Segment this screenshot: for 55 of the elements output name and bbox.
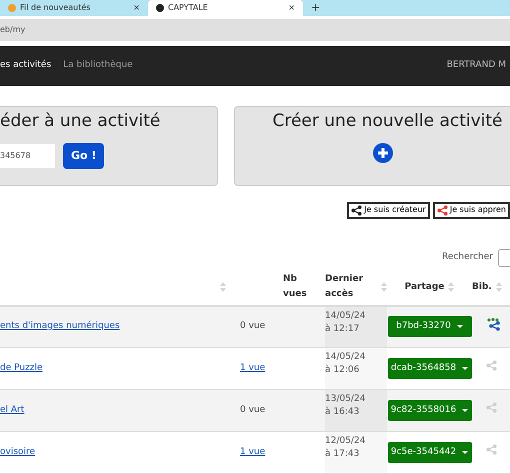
address-bar[interactable]: eb/my: [0, 19, 510, 42]
sort-icon[interactable]: [448, 282, 454, 292]
share-icon: [486, 402, 497, 414]
browser-tab[interactable]: Fil de nouveautés ×: [0, 0, 148, 16]
close-tab-button[interactable]: ×: [288, 2, 295, 14]
column-header[interactable]: Nb vues: [283, 272, 323, 302]
search-field[interactable]: [498, 248, 510, 266]
add-icon[interactable]: [372, 142, 392, 163]
views-link[interactable]: 1 vue: [240, 446, 266, 457]
caret-icon: [462, 409, 468, 412]
activity-link[interactable]: ents d'images numériques: [0, 321, 120, 331]
share-icon: [436, 204, 448, 216]
caret-icon: [462, 367, 468, 370]
close-tab-button[interactable]: ×: [133, 2, 140, 14]
nav-link[interactable]: es activités: [0, 59, 52, 73]
new-tab-button[interactable]: +: [303, 0, 328, 16]
share-code-dropdown[interactable]: dcab-3564858: [388, 358, 472, 379]
sort-icon[interactable]: [220, 282, 226, 292]
tab-title: Fil de nouveautés: [20, 2, 92, 14]
date-cell: 14/05/24 à 12:17: [325, 306, 387, 348]
sort-icon[interactable]: [496, 282, 502, 292]
column-header[interactable]: Dernier accès: [325, 272, 377, 302]
share-icon: [486, 360, 497, 372]
browser-tab[interactable]: CAPYTALE ×: [148, 0, 303, 16]
column-header[interactable]: Bib.: [472, 280, 492, 294]
date-cell: 14/05/24 à 12:06: [325, 348, 387, 390]
site-icon: [156, 4, 164, 12]
date-cell: 12/05/24 à 17:43: [325, 432, 387, 474]
column-header[interactable]: Partage: [404, 280, 444, 294]
filter-button[interactable]: Je suis créateur: [347, 202, 430, 218]
group-share-icon[interactable]: [486, 318, 500, 330]
filter-button[interactable]: Je suis appren: [432, 202, 510, 218]
nav-link[interactable]: La bibliothèque: [63, 59, 133, 73]
views-count: 0 vue: [240, 404, 266, 415]
share-icon: [351, 204, 362, 216]
user-name[interactable]: BERTRAND M: [446, 59, 506, 73]
activity-link[interactable]: ovisoire: [0, 446, 36, 457]
share-code-dropdown[interactable]: b7bd-33270: [388, 316, 472, 338]
share-code-dropdown[interactable]: 9c82-3558016: [388, 400, 472, 421]
sort-icon[interactable]: [381, 282, 387, 292]
views-link[interactable]: 1 vue: [240, 362, 266, 373]
caret-icon: [462, 451, 468, 454]
activity-link[interactable]: de Puzzle: [0, 362, 43, 373]
go-button[interactable]: Go !: [63, 142, 104, 169]
caret-icon: [456, 325, 463, 328]
share-code-dropdown[interactable]: 9c5e-3545442: [388, 442, 472, 463]
card-title: éder à une activité: [0, 110, 162, 134]
date-cell: 13/05/24 à 16:43: [325, 390, 387, 432]
activity-link[interactable]: el Art: [0, 404, 24, 415]
search-label: Rechercher: [442, 250, 493, 264]
code-field[interactable]: 345678: [0, 144, 55, 168]
card-title: Créer une nouvelle activité: [271, 110, 503, 134]
tab-title: CAPYTALE: [168, 2, 209, 14]
share-icon: [486, 444, 497, 456]
views-count: 0 vue: [240, 321, 266, 331]
